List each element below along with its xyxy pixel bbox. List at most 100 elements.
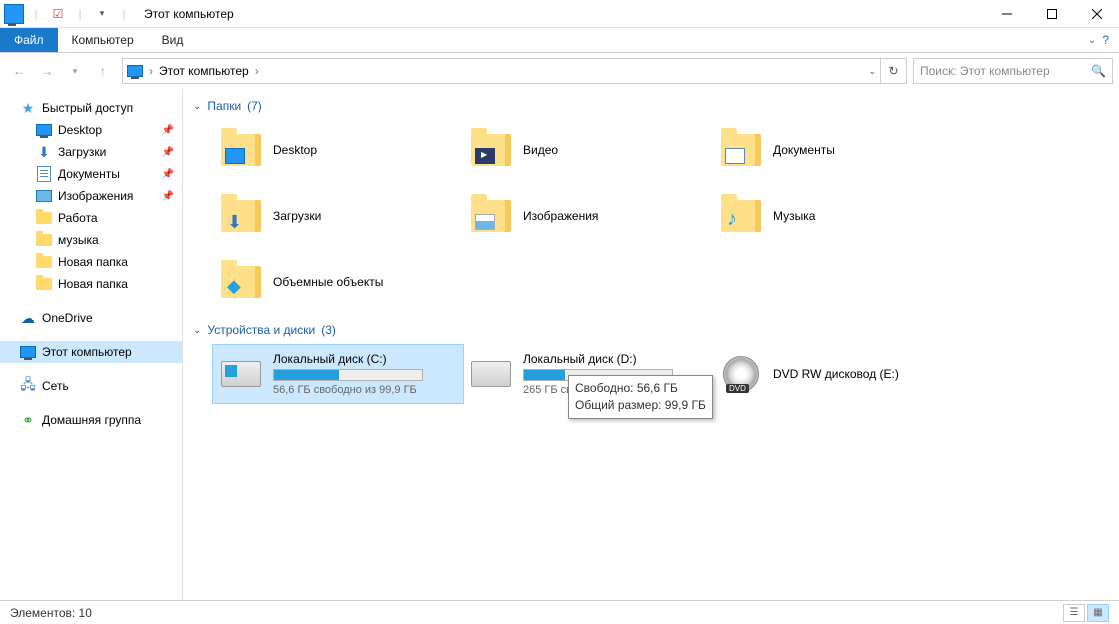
nav-forward-button[interactable]: → — [34, 58, 60, 84]
sidebar-network-label: Сеть — [42, 379, 69, 393]
sidebar-item-label: Загрузки — [58, 145, 106, 159]
drive-label: DVD RW дисковод (E:) — [773, 367, 957, 381]
tab-computer[interactable]: Компьютер — [58, 28, 148, 52]
view-tiles-button[interactable]: ▦ — [1087, 604, 1109, 622]
ribbon-help-icon[interactable]: ? — [1102, 33, 1109, 47]
section-drives-count: (3) — [321, 323, 336, 337]
desktop-icon — [36, 122, 52, 138]
folder-icon — [469, 128, 513, 172]
folder-label: Музыка — [773, 209, 815, 223]
folder-icon — [36, 276, 52, 292]
homegroup-icon: ⚭ — [20, 412, 36, 428]
folder-item[interactable]: Документы — [713, 121, 963, 179]
dvd-icon — [723, 356, 759, 392]
hdd-icon — [221, 361, 261, 387]
sidebar-quick-item[interactable]: Изображения 📌 — [0, 185, 182, 207]
folder-item[interactable]: Загрузки — [213, 187, 463, 245]
drive-free-text: 56,6 ГБ свободно из 99,9 ГБ — [273, 384, 457, 396]
drive-item[interactable]: DVD RW дисковод (E:) — [713, 345, 963, 403]
nav-up-button[interactable]: ↑ — [90, 58, 116, 84]
file-tab[interactable]: Файл — [0, 28, 58, 52]
folder-icon — [219, 128, 263, 172]
folder-icon — [469, 194, 513, 238]
folder-item[interactable]: Изображения — [463, 187, 713, 245]
sidebar-item-label: Документы — [58, 167, 120, 181]
chevron-down-icon: ⌄ — [193, 101, 201, 112]
folder-icon — [219, 194, 263, 238]
sidebar-quick-item[interactable]: Документы 📌 — [0, 163, 182, 185]
tooltip-total: Общий размер: 99,9 ГБ — [575, 397, 706, 414]
hdd-icon — [471, 361, 511, 387]
pin-icon: 📌 — [162, 147, 174, 158]
folder-label: Desktop — [273, 143, 317, 157]
addr-pc-icon — [127, 65, 143, 77]
sidebar-item-label: музыка — [58, 233, 99, 247]
qat-pc-icon[interactable] — [4, 4, 24, 24]
sidebar-homegroup[interactable]: ⚭ Домашняя группа — [0, 409, 182, 431]
chevron-down-icon: ⌄ — [193, 325, 201, 336]
sidebar-network[interactable]: 🖧 Сеть — [0, 375, 182, 397]
sidebar-quick-item[interactable]: Работа — [0, 207, 182, 229]
drive-usage-bar — [273, 369, 423, 381]
folder-icon — [719, 128, 763, 172]
folder-item[interactable]: Музыка — [713, 187, 963, 245]
sidebar-item-label: Работа — [58, 211, 98, 225]
folder-item[interactable]: Видео — [463, 121, 713, 179]
folder-label: Изображения — [523, 209, 598, 223]
sidebar-onedrive-label: OneDrive — [42, 311, 93, 325]
sidebar-quick-item[interactable]: Новая папка — [0, 273, 182, 295]
sidebar-item-label: Новая папка — [58, 277, 128, 291]
sidebar-quick-item[interactable]: Desktop 📌 — [0, 119, 182, 141]
folder-item[interactable]: Desktop — [213, 121, 463, 179]
folder-label: Объемные объекты — [273, 275, 383, 289]
document-icon — [36, 166, 52, 182]
pin-icon: 📌 — [162, 125, 174, 136]
sidebar-onedrive[interactable]: ☁ OneDrive — [0, 307, 182, 329]
sidebar-item-label: Desktop — [58, 123, 102, 137]
sidebar-this-pc[interactable]: Этот компьютер — [0, 341, 182, 363]
drive-label: Локальный диск (D:) — [523, 352, 707, 366]
content-pane: ⌄ Папки (7) Desktop Видео Документы Загрузк… — [183, 89, 1119, 600]
pin-icon: 📌 — [162, 169, 174, 180]
section-folders-header[interactable]: ⌄ Папки (7) — [183, 97, 1119, 115]
qat-dropdown-icon[interactable]: ▾ — [92, 4, 112, 24]
folder-label: Загрузки — [273, 209, 321, 223]
navigation-pane: ★ Быстрый доступ Desktop📌⬇Загрузки📌Докум… — [0, 89, 183, 600]
star-icon: ★ — [20, 100, 36, 116]
sidebar-item-label: Новая папка — [58, 255, 128, 269]
breadcrumb-sep-icon[interactable]: › — [149, 64, 153, 78]
pin-icon: 📌 — [162, 191, 174, 202]
section-folders-title: Папки — [207, 99, 241, 113]
section-drives-title: Устройства и диски — [207, 323, 315, 337]
sidebar-item-label: Изображения — [58, 189, 133, 203]
sidebar-quick-item[interactable]: музыка — [0, 229, 182, 251]
sidebar-quick-access[interactable]: ★ Быстрый доступ — [0, 97, 182, 119]
folder-label: Документы — [773, 143, 835, 157]
view-details-button[interactable]: ☰ — [1063, 604, 1085, 622]
folder-icon — [719, 194, 763, 238]
folder-item[interactable]: Объемные объекты — [213, 253, 463, 311]
minimize-button[interactable] — [984, 0, 1029, 28]
section-drives-header[interactable]: ⌄ Устройства и диски (3) — [183, 321, 1119, 339]
addr-dropdown-icon[interactable]: ⌄ — [868, 66, 876, 77]
sidebar-quick-item[interactable]: ⬇Загрузки📌 — [0, 141, 182, 163]
status-text: Элементов: 10 — [10, 606, 92, 620]
ribbon-expand-icon[interactable]: ⌄ — [1088, 35, 1096, 46]
tooltip-free: Свободно: 56,6 ГБ — [575, 380, 706, 397]
refresh-button[interactable]: ↻ — [881, 58, 907, 84]
nav-back-button[interactable]: ← — [6, 58, 32, 84]
maximize-button[interactable] — [1029, 0, 1074, 28]
qat-sep3: | — [114, 4, 134, 24]
drive-item[interactable]: Локальный диск (C:)56,6 ГБ свободно из 9… — [213, 345, 463, 403]
qat-properties-icon[interactable]: ☑ — [48, 4, 68, 24]
pc-icon — [20, 344, 36, 360]
search-input[interactable]: Поиск: Этот компьютер 🔍 — [913, 58, 1113, 84]
close-button[interactable] — [1074, 0, 1119, 28]
address-bar[interactable]: › Этот компьютер › ⌄ — [122, 58, 881, 84]
breadcrumb-location[interactable]: Этот компьютер — [159, 64, 249, 78]
tab-view[interactable]: Вид — [148, 28, 198, 52]
section-folders-count: (7) — [247, 99, 262, 113]
nav-recent-dropdown[interactable]: ▾ — [62, 58, 88, 84]
sidebar-quick-item[interactable]: Новая папка — [0, 251, 182, 273]
breadcrumb-sep2-icon[interactable]: › — [255, 64, 259, 78]
